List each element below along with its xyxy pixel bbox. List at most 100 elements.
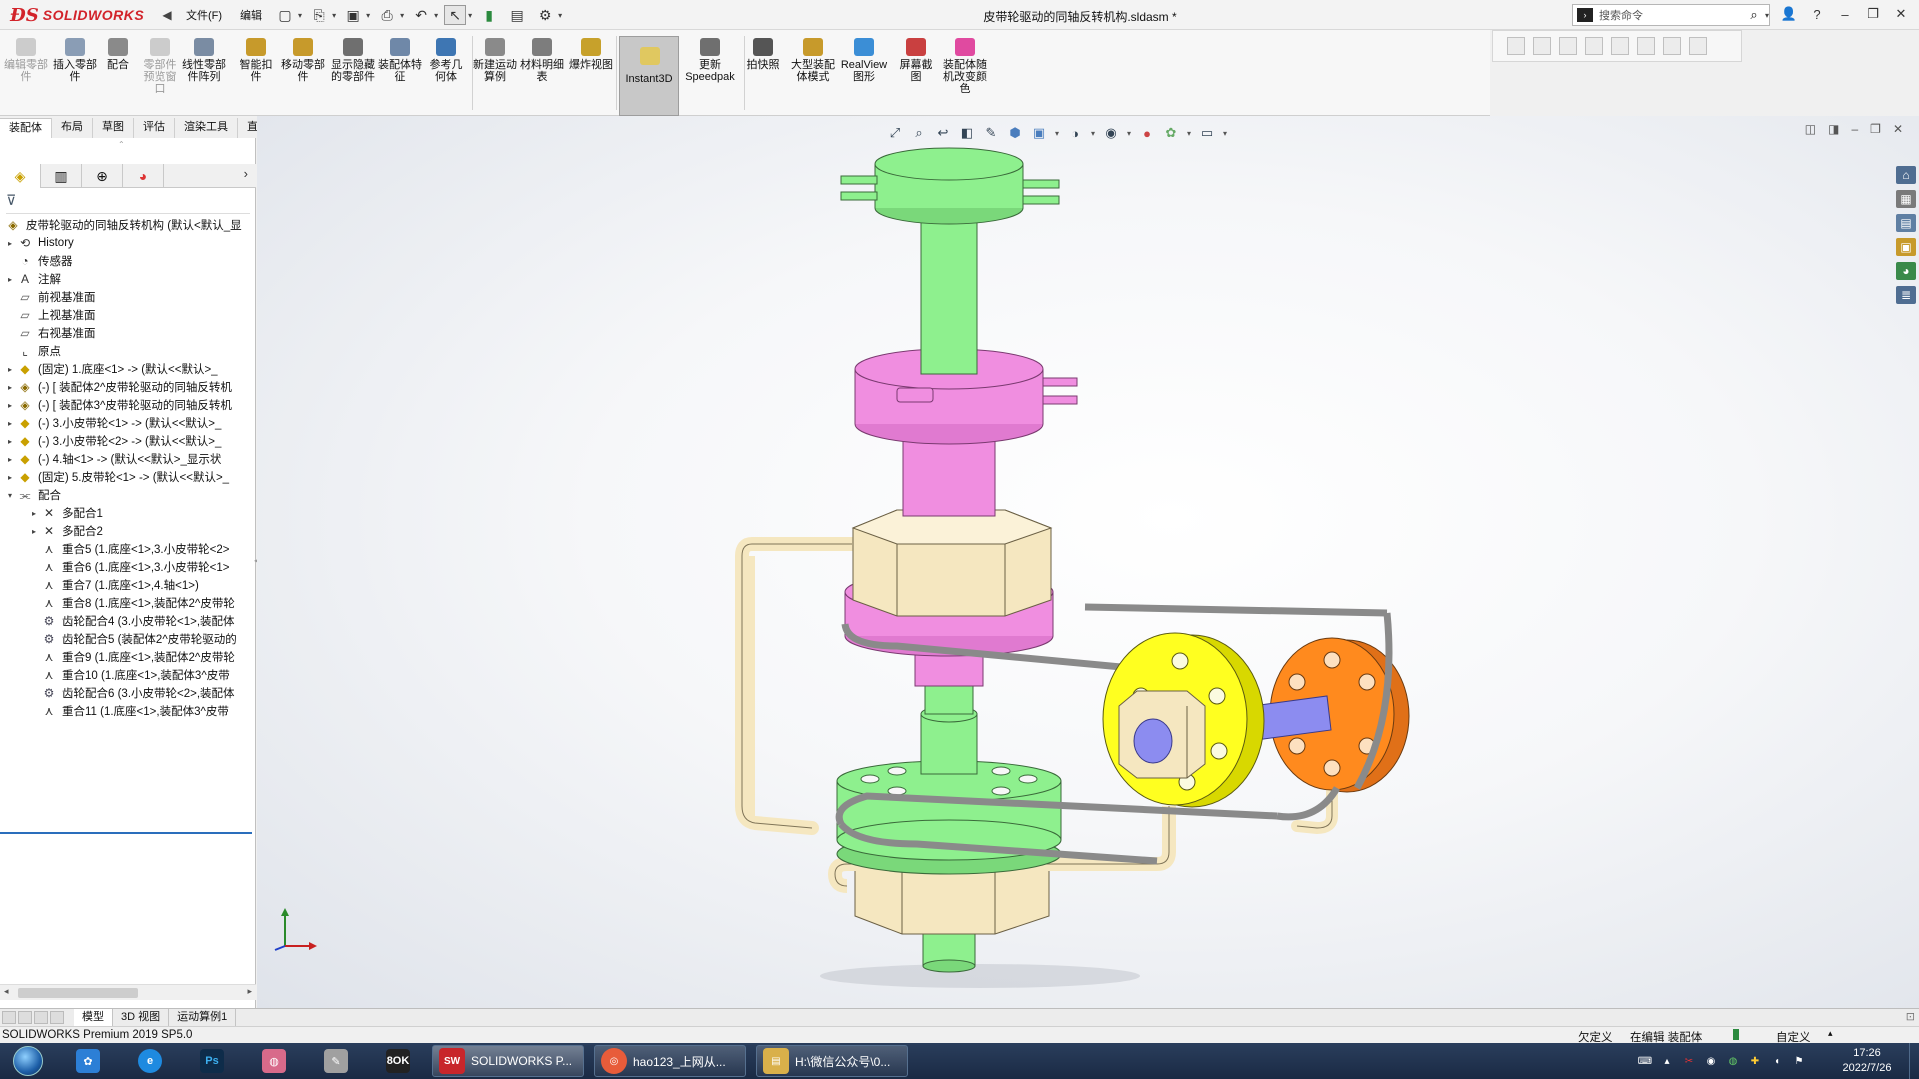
appearance-caret-icon[interactable]: ▾ [1125,124,1133,142]
taskbar-clock[interactable]: 17:26 2022/7/26 [1832,1046,1902,1076]
command-button[interactable]: 装配体特征 [378,38,422,110]
tab-featuremanager[interactable]: ◈ [0,164,41,188]
close-doc-icon[interactable]: ✕ [1893,122,1903,136]
first-tab-icon[interactable] [2,1011,16,1024]
command-button[interactable]: 配合 [100,38,136,110]
taskbar-app-solidworks[interactable]: SW SOLIDWORKS P... [432,1045,584,1077]
tree-item[interactable]: ⋏ 重合10 (1.底座<1>,装配体3^皮带 [28,666,230,684]
undo-icon[interactable]: ↶ [410,5,432,25]
rebuild-traffic-light-icon[interactable]: ▮ [478,5,500,25]
panel-more-chevron-icon[interactable]: › [244,166,248,181]
tree-item[interactable]: ◔ 传感器 [4,252,72,270]
command-button[interactable]: 材料明细表 [520,38,564,110]
open-folder-icon[interactable]: ⎘ [308,5,330,25]
tree-item[interactable]: ⋏ 重合6 (1.底座<1>,3.小皮带轮<1> [28,558,230,576]
tab-propertymanager[interactable]: ▥ [41,164,82,188]
appearances-icon[interactable]: ◕ [1896,262,1916,280]
split-left-icon[interactable]: ◫ [1805,122,1816,136]
start-button[interactable] [4,1044,52,1078]
solidworks-logo[interactable]: ƉS SOLIDWORKS [10,3,152,27]
expand-arrow-icon[interactable]: ▸ [4,437,16,446]
taskbar-pin-media[interactable]: ◍ [254,1046,294,1076]
last-tab-icon[interactable] [50,1011,64,1024]
new-caret-icon[interactable]: ▾ [298,11,302,20]
tab-configurationmanager[interactable]: ⊕ [82,164,123,188]
help-icon[interactable]: ? [1808,4,1826,24]
scroll-left-icon[interactable]: ◂ [4,986,9,997]
save-caret-icon[interactable]: ▾ [366,11,370,20]
tree-item[interactable]: ⚙ 齿轮配合5 (装配体2^皮带轮驱动的 [28,630,237,648]
tree-item[interactable]: ⋏ 重合5 (1.底座<1>,3.小皮带轮<2> [28,540,230,558]
bottom-tab-0[interactable]: 模型 [74,1009,113,1027]
command-button[interactable]: 插入零部件 [52,38,98,110]
command-button[interactable]: 新建运动算例 [473,38,517,110]
tree-item[interactable]: ▸ ⟲ History [4,234,74,252]
menu-expand-icon[interactable]: ◀ [160,8,174,22]
taskbar-pin-photoshop[interactable]: Ps [192,1046,232,1076]
command-button[interactable]: RealView图形 [838,38,890,110]
command-button[interactable]: 线性零部件阵列 [178,38,230,110]
tree-item[interactable]: ▱ 前视基准面 [4,288,95,306]
tree-horizontal-scrollbar[interactable]: ◂ ▸ [0,984,256,1000]
menu-edit[interactable]: 编辑 [234,7,268,23]
assembly-model[interactable] [257,116,1919,1008]
tree-item[interactable]: ▸ ✕ 多配合1 [28,504,103,522]
expand-arrow-icon[interactable]: ▾ [4,491,16,500]
minimize-doc-icon[interactable]: – [1851,122,1858,136]
expand-arrow-icon[interactable]: ▸ [4,275,16,284]
keyboard-tray-icon[interactable]: ⌨ [1638,1054,1652,1068]
bottom-tab-2[interactable]: 运动算例1 [169,1009,237,1027]
security-tray-icon[interactable]: ◍ [1726,1054,1740,1068]
tab-0[interactable]: 装配体 [0,118,52,138]
open-caret-icon[interactable]: ▾ [332,11,336,20]
view-settings-caret-icon[interactable]: ▾ [1185,124,1193,142]
command-button[interactable]: 更新Speedpak [681,38,739,110]
tree-filter[interactable]: ⊽ [6,192,250,214]
apply-scene-icon[interactable]: ● [1137,124,1157,142]
expand-tray-icon[interactable]: ▴ [1660,1054,1674,1068]
command-button[interactable]: 大型装配体模式 [790,38,836,110]
command-button[interactable]: 装配体随机改变颜色 [940,38,990,110]
tree-item[interactable]: ▸ ✕ 多配合2 [28,522,103,540]
tab-displaymanager[interactable]: ◕ [123,164,164,188]
expand-arrow-icon[interactable]: ▸ [28,527,40,536]
tree-item[interactable]: ⋏ 重合7 (1.底座<1>,4.轴<1>) [28,576,199,594]
bottom-tab-1[interactable]: 3D 视图 [113,1009,170,1027]
save-icon[interactable]: ▣ [342,5,364,25]
view-settings-icon[interactable]: ✿ [1161,124,1181,142]
next-tab-icon[interactable] [34,1011,48,1024]
expand-arrow-icon[interactable]: ▸ [4,383,16,392]
show-desktop-button[interactable] [1909,1043,1919,1079]
options-gear-icon[interactable]: ⚙ [534,5,556,25]
menu-file[interactable]: 文件(F) [180,7,228,23]
tree-item[interactable]: ▸ ◈ (-) [ 装配体2^皮带轮驱动的同轴反转机 [4,378,232,396]
taskbar-pin-ok[interactable]: 8OK [378,1046,418,1076]
command-button[interactable]: 零部件预览窗口 [140,38,180,110]
command-button[interactable]: 屏幕截图 [896,38,936,110]
print-icon[interactable]: ⎙ [376,5,398,25]
tree-item[interactable]: ▸ ◆ (固定) 5.皮带轮<1> -> (默认<<默认>_ [4,468,229,486]
tab-2[interactable]: 草图 [93,118,134,138]
rebuild-status-icon[interactable] [1733,1029,1739,1040]
search-caret-icon[interactable]: ▾ [1765,11,1769,20]
minimize-icon[interactable]: – [1836,4,1854,24]
command-button[interactable]: 参考几何体 [425,38,467,110]
view-orientation-icon[interactable]: ⬢ [1005,124,1025,142]
command-button[interactable]: 爆炸视图 [568,38,614,110]
tab-4[interactable]: 渲染工具 [175,118,238,138]
command-button[interactable]: 智能扣件 [235,38,277,110]
expand-arrow-icon[interactable]: ▸ [4,239,16,248]
print-caret-icon[interactable]: ▾ [400,11,404,20]
tab-3[interactable]: 评估 [134,118,175,138]
display-pane-caret-icon[interactable]: ▾ [1221,124,1229,142]
expand-arrow-icon[interactable]: ▸ [4,473,16,482]
options-caret-icon[interactable]: ▾ [558,11,562,20]
search-magnifier-icon[interactable]: ⌕ [1745,7,1763,23]
tree-item[interactable]: ⋏ 重合8 (1.底座<1>,装配体2^皮带轮 [28,594,235,612]
display-style-icon[interactable]: ▣ [1029,124,1049,142]
tree-item[interactable]: ▸ A 注解 [4,270,61,288]
instant3d-button[interactable]: Instant3D [619,36,679,116]
display-pane-icon[interactable]: ▭ [1197,124,1217,142]
tree-item[interactable]: ▾ ⫘ 配合 [4,486,61,504]
close-icon[interactable]: ✕ [1892,4,1910,24]
